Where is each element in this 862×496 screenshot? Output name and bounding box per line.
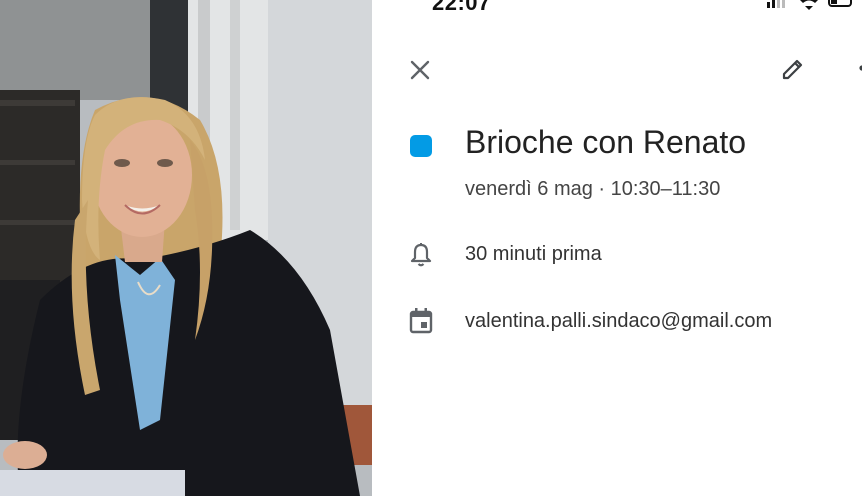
event-datetime: venerdì 6 mag · 10:30–11:30 <box>465 178 721 200</box>
signal-icon <box>767 0 785 8</box>
bell-icon <box>406 240 436 270</box>
pencil-icon <box>782 59 803 80</box>
event-title: Brioche con Renato <box>465 124 747 160</box>
more-vert-icon <box>859 65 862 71</box>
wifi-icon <box>800 0 818 10</box>
screen: 22:07 Brioche con Renato venerdì 6 mag ·… <box>0 0 862 496</box>
calendar-account-text: valentina.palli.sindaco@gmail.com <box>465 310 773 332</box>
more-options-button[interactable] <box>850 54 862 86</box>
event-color-swatch <box>410 135 432 157</box>
reminder-text: 30 minuti prima <box>465 243 602 265</box>
close-button[interactable] <box>402 52 438 88</box>
status-time: 22:07 <box>432 0 491 15</box>
event-detail-panel: 22:07 Brioche con Renato venerdì 6 mag ·… <box>372 0 862 496</box>
close-icon <box>410 60 430 80</box>
edit-button[interactable] <box>774 50 812 88</box>
status-icons <box>767 0 857 10</box>
calendar-icon <box>406 306 436 336</box>
portrait-photo <box>0 0 372 496</box>
battery-icon <box>828 0 852 7</box>
